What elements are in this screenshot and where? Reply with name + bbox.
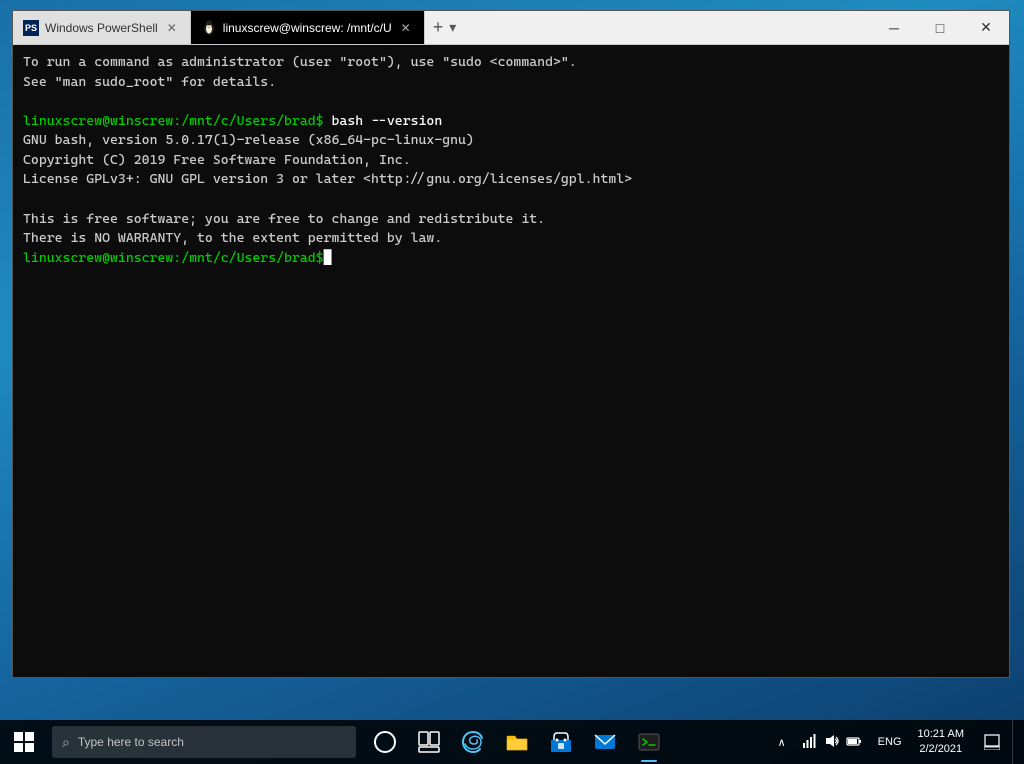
minimize-button[interactable]: ─ [871, 11, 917, 45]
network-icon [802, 733, 818, 752]
language-indicator[interactable]: ENG [874, 720, 906, 764]
tray-overflow-button[interactable]: ∧ [774, 720, 790, 764]
powershell-icon: PS [23, 20, 39, 36]
terminal-taskbar-icon[interactable] [628, 720, 670, 764]
window-controls: ─ □ ✕ [871, 11, 1009, 45]
output-line-6: License GPLv3+: GNU GPL version 3 or lat… [23, 170, 999, 190]
prompt-line-1: linuxscrew@winscrew:/mnt/c/Users/brad$ b… [23, 112, 999, 132]
taskbar-right: ∧ [774, 720, 1024, 764]
system-tray[interactable] [794, 720, 870, 764]
file-explorer-icon[interactable] [496, 720, 538, 764]
clock-time: 10:21 AM [918, 727, 964, 742]
prompt-line-2: linuxscrew@winscrew:/mnt/c/Users/brad$█ [23, 249, 999, 269]
output-line-blank2 [23, 190, 999, 210]
task-view-icon[interactable] [408, 720, 450, 764]
tab-linux[interactable]: linuxscrew@winscrew: /mnt/c/U ✕ [191, 11, 425, 44]
search-placeholder-text: Type here to search [78, 735, 184, 749]
title-bar: PS Windows PowerShell ✕ [13, 11, 1009, 45]
new-tab-button[interactable]: + [433, 17, 444, 38]
output-line-2: See "man sudo_root" for details. [23, 73, 999, 93]
close-button[interactable]: ✕ [963, 11, 1009, 45]
start-button[interactable] [0, 720, 48, 764]
output-line-8: This is free software; you are free to c… [23, 210, 999, 230]
tab-powershell-label: Windows PowerShell [45, 21, 158, 35]
tab-powershell-close[interactable]: ✕ [164, 21, 180, 35]
terminal-content[interactable]: To run a command as administrator (user … [13, 45, 1009, 677]
show-desktop-button[interactable] [1012, 720, 1020, 764]
volume-icon [824, 733, 840, 752]
tab-linux-close[interactable]: ✕ [398, 21, 414, 35]
notification-center-button[interactable] [976, 720, 1008, 764]
desktop: Recycle Bin PS Windows PowerShell ✕ [0, 0, 1024, 764]
system-clock[interactable]: 10:21 AM 2/2/2021 [910, 720, 972, 764]
search-bar[interactable]: ⌕ Type here to search [52, 726, 356, 758]
clock-date: 2/2/2021 [919, 742, 962, 757]
chevron-up-icon: ∧ [778, 736, 786, 749]
store-icon[interactable] [540, 720, 582, 764]
mail-icon[interactable] [584, 720, 626, 764]
notification-icon [984, 734, 1000, 750]
tab-linux-label: linuxscrew@winscrew: /mnt/c/U [223, 21, 392, 35]
windows-logo-icon [13, 731, 35, 753]
tab-dropdown-button[interactable]: ▾ [449, 19, 456, 36]
maximize-button[interactable]: □ [917, 11, 963, 45]
tab-actions: + ▾ [425, 17, 465, 38]
output-line-1: To run a command as administrator (user … [23, 53, 999, 73]
taskbar: ⌕ Type here to search [0, 720, 1024, 764]
edge-browser-icon[interactable] [452, 720, 494, 764]
output-line-blank1 [23, 92, 999, 112]
output-line-4: GNU bash, version 5.0.17(1)-release (x86… [23, 131, 999, 151]
output-line-5: Copyright (C) 2019 Free Software Foundat… [23, 151, 999, 171]
output-line-9: There is NO WARRANTY, to the extent perm… [23, 229, 999, 249]
linux-icon [201, 20, 217, 36]
tab-powershell[interactable]: PS Windows PowerShell ✕ [13, 11, 191, 44]
cortana-icon[interactable] [364, 720, 406, 764]
taskbar-icons [364, 720, 670, 764]
search-icon: ⌕ [62, 734, 70, 751]
terminal-window: PS Windows PowerShell ✕ [12, 10, 1010, 678]
battery-icon [846, 733, 862, 752]
